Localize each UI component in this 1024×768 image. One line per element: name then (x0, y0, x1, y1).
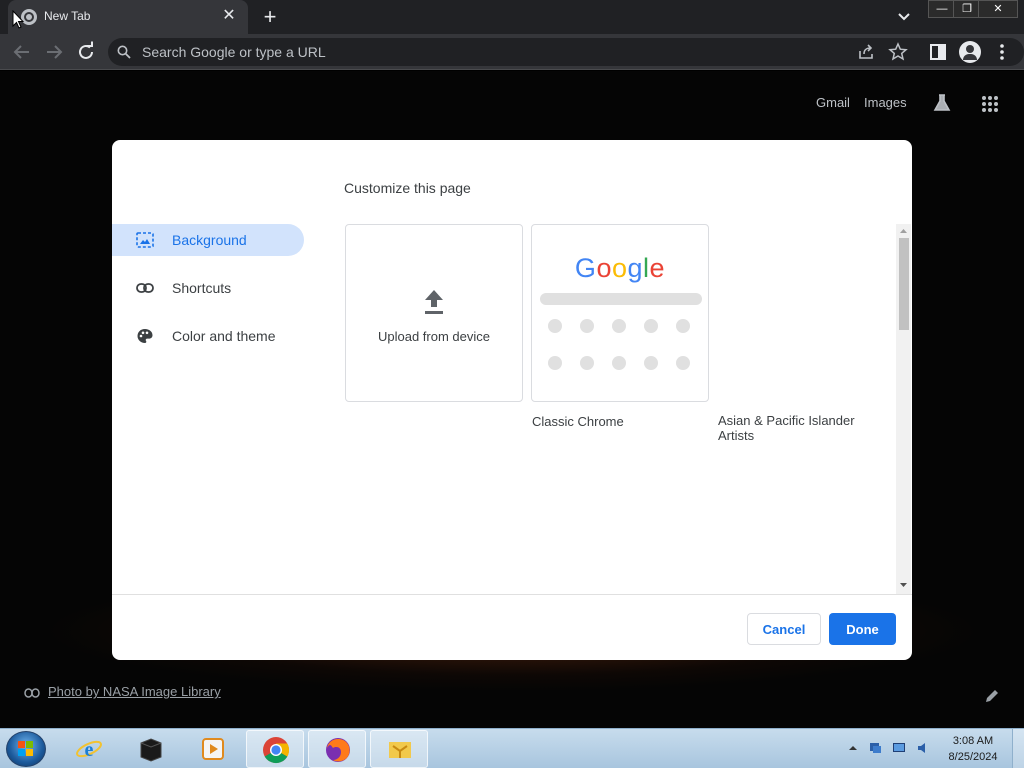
photo-credit-text: Photo by NASA Image Library (48, 684, 221, 699)
internet-explorer-icon: e (76, 739, 102, 761)
classic-chrome-tile[interactable]: Google (531, 224, 709, 402)
system-clock[interactable]: 3:08 AM 8/25/2024 (940, 733, 1006, 765)
browser-titlebar: New Tab ✕ + — ❐ ✕ (0, 0, 1024, 34)
images-link[interactable]: Images (864, 95, 907, 110)
collection-caption[interactable]: Asian & Pacific Islander Artists (718, 413, 878, 443)
new-tab-button[interactable]: + (258, 4, 282, 30)
menu-item-label: Shortcuts (172, 280, 232, 296)
tray-volume-icon[interactable] (916, 741, 930, 755)
tray-display-icon[interactable] (892, 741, 906, 755)
svg-text:e: e (85, 739, 94, 761)
tab-search-chevron-icon[interactable] (894, 8, 914, 26)
tray-network-icon[interactable] (868, 741, 882, 755)
shortcut-placeholder-dot (644, 319, 658, 333)
shortcut-placeholder-dot (612, 356, 626, 370)
reload-icon[interactable] (74, 40, 98, 64)
bookmark-star-icon[interactable] (888, 42, 908, 62)
windows-taskbar: e 3:08 AM 8/25/2024 (0, 728, 1024, 768)
shortcut-placeholder-dot (644, 356, 658, 370)
gmail-link[interactable]: Gmail (816, 95, 850, 110)
scroll-up-arrow-icon[interactable] (898, 226, 909, 236)
scrollbar-thumb[interactable] (899, 238, 909, 330)
image-icon (136, 232, 154, 248)
shortcut-placeholder-dot (548, 319, 562, 333)
tray-expand-arrow-icon[interactable] (846, 741, 860, 755)
scroll-down-arrow-icon[interactable] (898, 580, 909, 590)
browser-toolbar (0, 34, 1024, 70)
link-icon (24, 687, 40, 698)
tab-title: New Tab (44, 9, 91, 23)
taskbar-internet-explorer[interactable]: e (60, 730, 118, 768)
customize-pencil-icon[interactable] (984, 688, 1000, 704)
start-button[interactable] (6, 731, 46, 767)
profile-avatar-icon[interactable] (959, 41, 981, 63)
tab-new-tab[interactable]: New Tab ✕ (8, 0, 248, 34)
search-icon (117, 45, 131, 59)
mouse-cursor-icon (12, 10, 24, 29)
menu-item-background[interactable]: Background (112, 224, 304, 256)
back-arrow-icon[interactable] (10, 40, 34, 64)
clock-time: 3:08 AM (952, 735, 994, 747)
window-close-button[interactable]: ✕ (978, 0, 1018, 18)
shortcut-placeholder-dot (548, 356, 562, 370)
media-player-icon (202, 738, 224, 760)
google-apps-grid-icon[interactable] (981, 95, 999, 113)
photo-credit-link[interactable]: Photo by NASA Image Library (24, 684, 221, 699)
taskbar-terminal[interactable] (122, 730, 180, 768)
taskbar-chrome[interactable] (246, 730, 304, 768)
shortcut-placeholder-dot (580, 319, 594, 333)
menu-item-label: Color and theme (172, 328, 276, 344)
clock-date: 8/25/2024 (948, 751, 998, 763)
taskbar-media-player[interactable] (184, 730, 242, 768)
cancel-button[interactable]: Cancel (747, 613, 821, 645)
omnibox-input[interactable] (142, 42, 822, 62)
window-minimize-button[interactable]: — (928, 0, 956, 18)
tab-close-button[interactable]: ✕ (220, 6, 238, 26)
menu-kebab-icon[interactable] (992, 42, 1012, 62)
shortcut-placeholder-dot (676, 356, 690, 370)
chrome-icon (263, 737, 290, 764)
window-maximize-button[interactable]: ❐ (953, 0, 981, 18)
labs-flask-icon[interactable] (932, 93, 952, 113)
share-icon[interactable] (856, 42, 876, 62)
classic-chrome-caption: Classic Chrome (532, 414, 624, 429)
google-logo: Google (574, 253, 666, 283)
menu-item-color-and-theme[interactable]: Color and theme (112, 320, 304, 352)
omnibox[interactable] (108, 38, 1024, 66)
customize-dialog: Customize this page Background Shortcuts… (112, 140, 912, 660)
upload-icon (425, 290, 443, 314)
firefox-icon (326, 738, 350, 762)
shortcut-placeholder-dot (580, 356, 594, 370)
done-button[interactable]: Done (829, 613, 896, 645)
dialog-title: Customize this page (344, 180, 471, 196)
side-panel-icon[interactable] (928, 42, 948, 62)
upload-from-device-tile[interactable]: Upload from device (345, 224, 523, 402)
shortcut-placeholder-dot (612, 319, 626, 333)
folder-network-icon (389, 742, 411, 758)
shortcut-placeholder-dot (676, 319, 690, 333)
forward-arrow-icon[interactable] (42, 40, 66, 64)
taskbar-firefox[interactable] (308, 730, 366, 768)
menu-item-shortcuts[interactable]: Shortcuts (112, 272, 304, 304)
show-desktop-button[interactable] (1012, 729, 1024, 768)
terminal-icon (140, 738, 162, 762)
fake-searchbox (540, 293, 702, 305)
windows-logo-icon (18, 741, 33, 756)
taskbar-file-manager[interactable] (370, 730, 428, 768)
dialog-footer: Cancel Done (112, 594, 912, 660)
upload-label: Upload from device (378, 329, 490, 344)
menu-item-label: Background (172, 232, 247, 248)
link-icon (136, 283, 154, 293)
palette-icon (137, 329, 153, 343)
